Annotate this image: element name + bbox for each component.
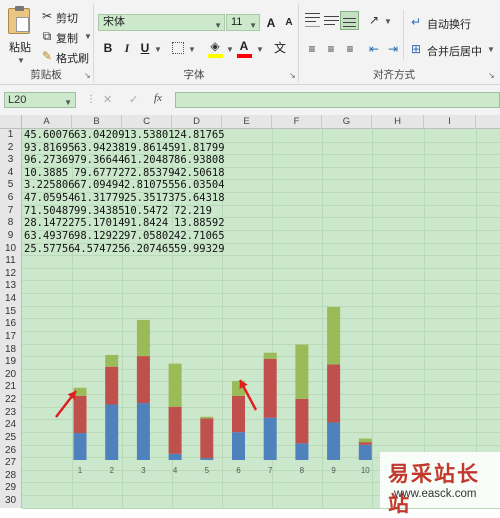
bar-segment[interactable] [295, 443, 309, 460]
bar-segment[interactable] [200, 458, 214, 460]
bar-segment[interactable] [263, 358, 277, 418]
tick-label: 7 [268, 466, 273, 475]
bar-segment[interactable] [136, 403, 150, 460]
bar-segment[interactable] [358, 442, 372, 445]
stacked-bar-chart[interactable]: 1 2 3 4 5 6 7 8 9 10 [0, 0, 500, 508]
bar-segment[interactable] [295, 398, 309, 444]
bar-segment[interactable] [263, 352, 277, 359]
bar-segment[interactable] [263, 417, 277, 460]
tick-label: 4 [173, 466, 178, 475]
tick-label: 10 [361, 466, 370, 475]
bar-segment[interactable] [168, 363, 182, 407]
bar-segment[interactable] [327, 364, 341, 423]
watermark: 易采站长站 www.easck.com [380, 452, 500, 516]
tick-label: 6 [236, 466, 241, 475]
bar-segment[interactable] [327, 306, 341, 365]
bar-segment[interactable] [136, 319, 150, 357]
bar-segment[interactable] [327, 422, 341, 460]
bar-segment[interactable] [232, 432, 245, 460]
bar-segment[interactable] [105, 366, 119, 405]
tick-label: 2 [109, 466, 114, 475]
bar-segment[interactable] [358, 438, 372, 443]
bar-segment[interactable] [105, 354, 119, 367]
bar-segment[interactable] [200, 418, 214, 459]
tick-label: 3 [141, 466, 146, 475]
tick-label: 9 [331, 466, 336, 475]
bar-segment[interactable] [358, 444, 372, 460]
bar-segment[interactable] [232, 395, 245, 433]
bar-segment[interactable] [200, 416, 214, 419]
bar-segment[interactable] [105, 404, 119, 460]
bar-segment[interactable] [168, 406, 182, 454]
watermark-url: www.easck.com [394, 488, 477, 500]
tick-label: 5 [205, 466, 210, 475]
tick-label: 8 [300, 466, 305, 475]
bar-segment[interactable] [73, 395, 87, 434]
bar-segment[interactable] [168, 453, 182, 460]
bar-segment[interactable] [136, 356, 150, 404]
bar-segment[interactable] [73, 433, 87, 460]
tick-label: 1 [78, 466, 83, 475]
red-arrow-annotation [55, 390, 77, 418]
bar-segment[interactable] [295, 344, 309, 399]
